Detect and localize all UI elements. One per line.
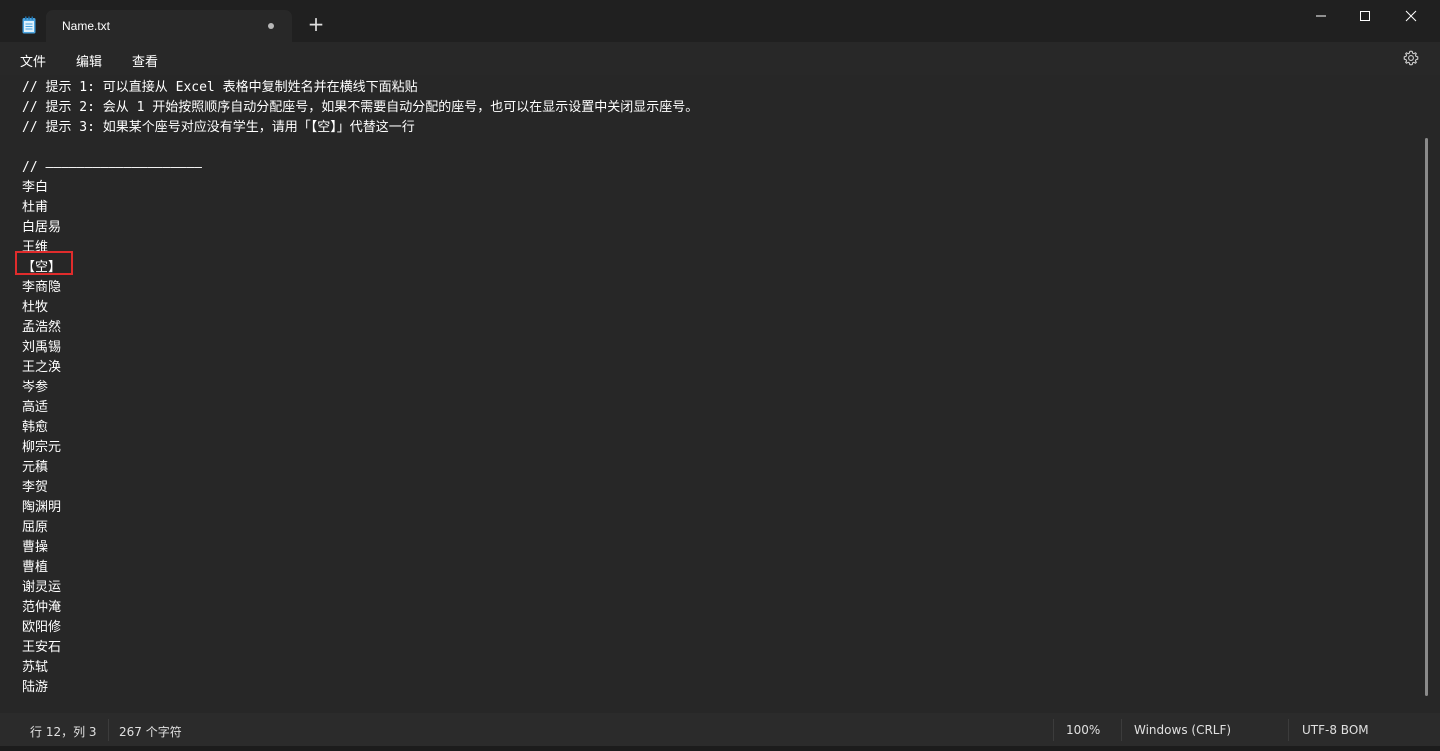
editor-line[interactable]: 白居易 — [22, 218, 698, 238]
editor-line[interactable]: 曹操 — [22, 538, 698, 558]
status-divider — [1288, 719, 1289, 741]
maximize-icon — [1360, 11, 1370, 21]
menu-edit[interactable]: 编辑 — [76, 51, 102, 70]
editor-line[interactable]: // 提示 2: 会从 1 开始按照顺序自动分配座号，如果不需要自动分配的座号，… — [22, 98, 698, 118]
editor-line[interactable]: // ———————————————————— — [22, 158, 698, 178]
status-divider — [108, 719, 109, 741]
editor-line[interactable]: // 提示 3: 如果某个座号对应没有学生，请用「【空】」代替这一行 — [22, 118, 698, 138]
cursor-position: 行 12，列 3 — [30, 725, 97, 739]
editor-line[interactable]: 【空】 — [22, 258, 698, 278]
editor-line[interactable]: // 提示 1: 可以直接从 Excel 表格中复制姓名并在横线下面粘贴 — [22, 78, 698, 98]
editor-line[interactable]: 杜牧 — [22, 298, 698, 318]
editor-line[interactable]: 曹植 — [22, 558, 698, 578]
editor-line[interactable]: 杜甫 — [22, 198, 698, 218]
editor-line[interactable]: 孟浩然 — [22, 318, 698, 338]
editor-line[interactable]: 屈原 — [22, 518, 698, 538]
editor-text[interactable]: // 提示 1: 可以直接从 Excel 表格中复制姓名并在横线下面粘贴// 提… — [22, 78, 698, 698]
editor-line[interactable]: 王维 — [22, 238, 698, 258]
maximize-button[interactable] — [1342, 0, 1388, 32]
highlight-box — [15, 251, 73, 275]
editor-line[interactable]: 柳宗元 — [22, 438, 698, 458]
editor-line[interactable]: 岑参 — [22, 378, 698, 398]
editor-line[interactable]: 王安石 — [22, 638, 698, 658]
char-count: 267 个字符 — [119, 725, 182, 739]
menu-bar: 文件 编辑 查看 — [0, 42, 1440, 75]
notepad-window: Name.txt + 文件 编辑 查看 // 提示 1: 可以直接从 Excel… — [0, 0, 1440, 751]
editor-line[interactable]: 李商隐 — [22, 278, 698, 298]
editor-line[interactable]: 高适 — [22, 398, 698, 418]
minimize-button[interactable] — [1298, 0, 1344, 32]
editor-line[interactable]: 范仲淹 — [22, 598, 698, 618]
editor-line[interactable]: 元稹 — [22, 458, 698, 478]
notepad-icon — [22, 16, 36, 34]
encoding[interactable]: UTF-8 BOM — [1302, 723, 1369, 737]
status-bar: 行 12，列 3 267 个字符 100% Windows (CRLF) UTF… — [0, 713, 1440, 746]
editor-line[interactable]: 苏轼 — [22, 658, 698, 678]
editor-line[interactable]: 韩愈 — [22, 418, 698, 438]
menu-view[interactable]: 查看 — [132, 51, 158, 70]
editor-line[interactable] — [22, 138, 698, 158]
gear-icon[interactable] — [1403, 50, 1419, 66]
text-editor[interactable]: // 提示 1: 可以直接从 Excel 表格中复制姓名并在横线下面粘贴// 提… — [0, 75, 1440, 713]
minimize-icon — [1316, 15, 1326, 17]
editor-line[interactable]: 欧阳修 — [22, 618, 698, 638]
title-bar: Name.txt + — [0, 0, 1440, 42]
tab-title: Name.txt — [62, 19, 111, 33]
menu-file[interactable]: 文件 — [20, 51, 46, 70]
editor-line[interactable]: 李白 — [22, 178, 698, 198]
tab-name-txt[interactable]: Name.txt — [46, 10, 292, 42]
new-tab-button[interactable]: + — [306, 14, 326, 34]
bottom-edge — [0, 746, 1440, 751]
line-ending[interactable]: Windows (CRLF) — [1134, 723, 1231, 737]
status-divider — [1053, 719, 1054, 741]
unsaved-dot-icon[interactable] — [268, 23, 274, 29]
editor-line[interactable]: 谢灵运 — [22, 578, 698, 598]
status-divider — [1121, 719, 1122, 741]
close-button[interactable] — [1388, 0, 1434, 32]
zoom-level[interactable]: 100% — [1066, 723, 1100, 737]
editor-line[interactable]: 陆游 — [22, 678, 698, 698]
editor-line[interactable]: 陶渊明 — [22, 498, 698, 518]
editor-line[interactable]: 李贺 — [22, 478, 698, 498]
editor-line[interactable]: 王之涣 — [22, 358, 698, 378]
vertical-scrollbar[interactable] — [1425, 138, 1428, 696]
editor-line[interactable]: 刘禹锡 — [22, 338, 698, 358]
close-icon — [1405, 10, 1417, 22]
